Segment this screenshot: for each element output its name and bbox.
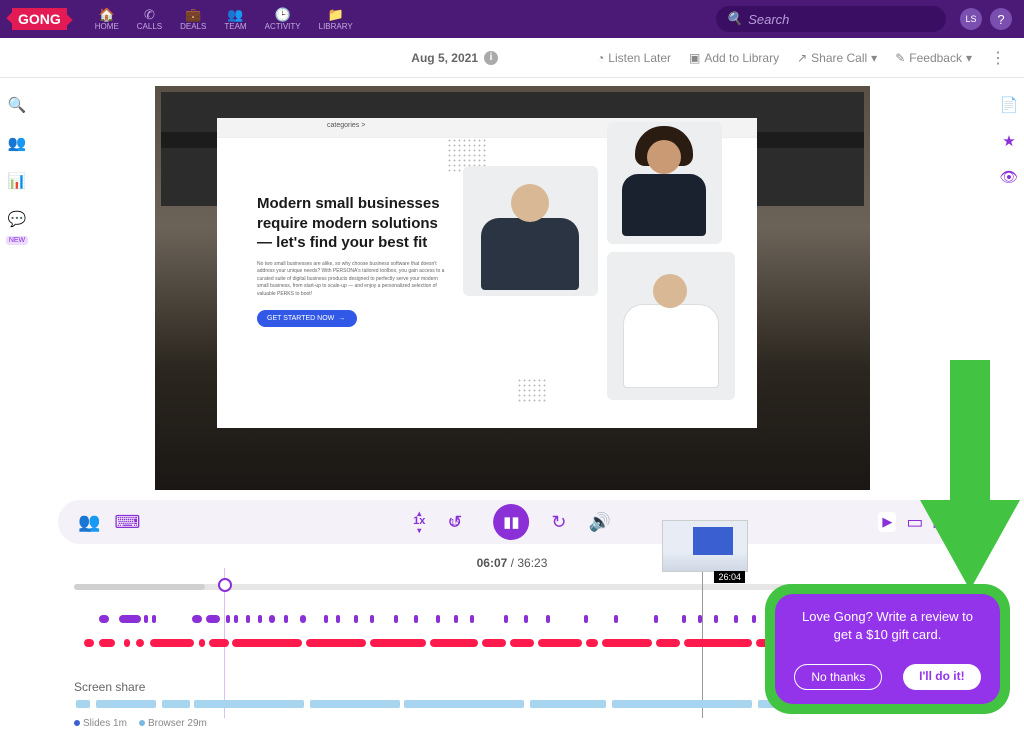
minimize-button[interactable]: ▭ — [906, 512, 923, 533]
site-breadcrumb: categories > — [327, 122, 365, 129]
share-call-button[interactable]: ↗ Share Call ▾ — [797, 51, 877, 65]
clock-icon: ◔ — [597, 51, 604, 65]
site-body: No two small businesses are alike, so wh… — [257, 261, 447, 299]
stats-icon[interactable]: 📊 — [8, 172, 27, 190]
phone-icon: ✆ — [142, 8, 156, 22]
comment-icon[interactable]: 💬 — [8, 210, 27, 228]
popup-line2: get a $10 gift card. — [789, 626, 986, 644]
folder-icon: 📁 — [329, 8, 343, 22]
call-date: Aug 5, 2021 — [411, 51, 478, 65]
info-icon[interactable]: i — [484, 51, 498, 65]
chevron-down-icon: ▾ — [871, 51, 877, 65]
eye-icon[interactable]: 👁 — [999, 168, 1018, 186]
activity-icon: 🕒 — [276, 8, 290, 22]
seek-thumbnail: 26:04 — [662, 520, 748, 572]
forward-button[interactable]: ↻ — [551, 512, 566, 533]
briefcase-icon: 💼 — [186, 8, 200, 22]
nav-label: LIBRARY — [319, 22, 353, 31]
help-button[interactable]: ? — [990, 8, 1012, 30]
legend-dur: 1m — [113, 718, 127, 729]
legend: Slides 1m Browser 29m — [74, 718, 207, 729]
fullscreen-button[interactable]: ⛶ — [933, 512, 946, 533]
action-label: Add to Library — [704, 51, 779, 65]
folder-icon: ▣ — [689, 51, 700, 65]
brand-logo[interactable]: GONG — [12, 8, 67, 30]
section-label: Screen share — [74, 680, 145, 694]
volume-button[interactable]: 🔊 — [588, 512, 610, 533]
home-icon: 🏠 — [100, 8, 114, 22]
add-to-library-button[interactable]: ▣ Add to Library — [689, 51, 779, 65]
action-label: Listen Later — [608, 51, 671, 65]
star-icon[interactable]: ★ — [1002, 132, 1015, 150]
thumb-time: 26:04 — [714, 571, 745, 583]
player-controls: 👥 ⌨ ▴ 1x ▾ ↺15 ▮▮ ↻ 🔊 ▶ ▭ ⛶ — [58, 500, 966, 544]
share-icon: ↗ — [797, 51, 807, 65]
ill-do-it-button[interactable]: I'll do it! — [903, 664, 981, 690]
search-icon[interactable]: 🔍 — [8, 96, 27, 114]
shared-screen-content: categories > Modern small businesses req… — [217, 118, 757, 428]
left-rail: 🔍 👥 📊 💬 NEW — [0, 78, 34, 245]
nav-items: 🏠HOME ✆CALLS 💼DEALS 👥TEAM 🕒ACTIVITY 📁LIB… — [95, 8, 353, 31]
user-avatar[interactable]: LS — [960, 8, 982, 30]
call-subheader: Aug 5, 2021 i ◔ Listen Later ▣ Add to Libr… — [0, 38, 1024, 78]
time-display: 06:07 / 36:23 — [0, 556, 1024, 570]
rewind-15-button[interactable]: ↺15 — [447, 512, 471, 533]
chevron-down-icon: ▾ — [966, 51, 972, 65]
pencil-icon: ✎ — [895, 51, 905, 65]
new-badge: NEW — [6, 236, 28, 245]
nav-library[interactable]: 📁LIBRARY — [319, 8, 353, 31]
action-label: Share Call — [811, 51, 867, 65]
site-cta: GET STARTED NOW→ — [257, 310, 357, 327]
nav-deals[interactable]: 💼DEALS — [180, 8, 206, 31]
right-rail: 📄 ★ 👁 — [994, 78, 1024, 186]
total-time: 36:23 — [517, 556, 547, 570]
nav-label: ACTIVITY — [265, 22, 301, 31]
search-placeholder: Search — [748, 12, 789, 27]
current-time: 06:07 — [477, 556, 508, 570]
search-icon: 🔍 — [726, 11, 742, 27]
review-popup: Love Gong? Write a review to get a $10 g… — [775, 594, 1000, 704]
seek-handle[interactable] — [218, 578, 232, 592]
nav-label: CALLS — [137, 22, 162, 31]
nav-team[interactable]: 👥TEAM — [224, 8, 246, 31]
more-menu[interactable]: ⋮ — [990, 48, 1006, 68]
people-toggle[interactable]: 👥 — [78, 512, 100, 533]
speed-control[interactable]: ▴ 1x ▾ — [413, 510, 425, 534]
feedback-button[interactable]: ✎ Feedback ▾ — [895, 51, 972, 65]
legend-dur: 29m — [187, 718, 206, 729]
top-nav: GONG 🏠HOME ✆CALLS 💼DEALS 👥TEAM 🕒ACTIVITY… — [0, 0, 1024, 38]
pause-button[interactable]: ▮▮ — [493, 504, 529, 540]
action-label: Feedback — [909, 51, 962, 65]
keyboard-toggle[interactable]: ⌨ — [114, 512, 140, 533]
chevron-down-icon: ▾ — [417, 527, 421, 534]
listen-later-button[interactable]: ◔ Listen Later — [597, 51, 671, 65]
nav-label: HOME — [95, 22, 119, 31]
nav-calls[interactable]: ✆CALLS — [137, 8, 162, 31]
site-headline: Modern small businesses require modern s… — [257, 194, 447, 253]
video-player[interactable]: categories > Modern small businesses req… — [155, 86, 870, 490]
nav-label: TEAM — [224, 22, 246, 31]
popup-line1: Love Gong? Write a review to — [789, 608, 986, 626]
search-input[interactable]: 🔍 Search — [716, 6, 946, 32]
nav-home[interactable]: 🏠HOME — [95, 8, 119, 31]
no-thanks-button[interactable]: No thanks — [794, 664, 882, 690]
team-icon: 👥 — [228, 8, 242, 22]
review-popup-highlight: Love Gong? Write a review to get a $10 g… — [765, 584, 1010, 714]
pip-button[interactable]: ▶ — [878, 512, 896, 532]
legend-name: Slides — [83, 718, 110, 729]
nav-label: DEALS — [180, 22, 206, 31]
legend-name: Browser — [148, 718, 185, 729]
transcript-icon[interactable]: 📄 — [1000, 96, 1019, 114]
nav-activity[interactable]: 🕒ACTIVITY — [265, 8, 301, 31]
people-icon[interactable]: 👥 — [8, 134, 27, 152]
